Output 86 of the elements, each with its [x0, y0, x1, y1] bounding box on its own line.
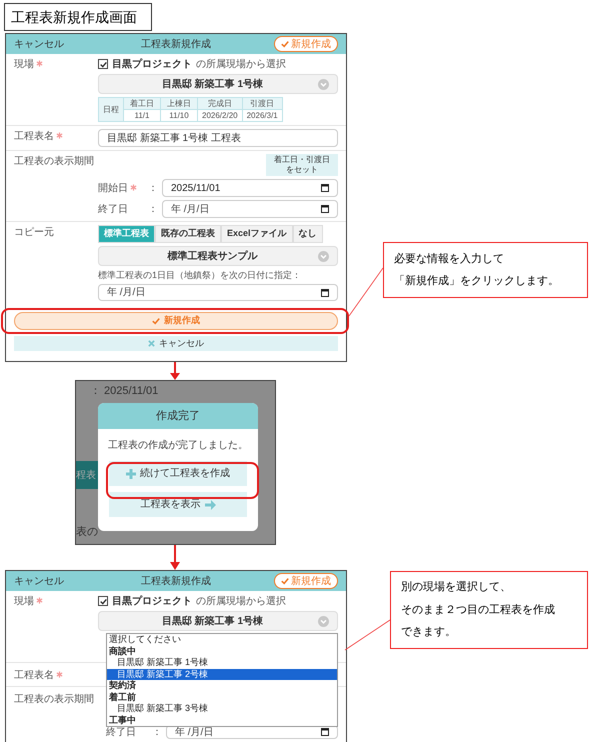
- site-select[interactable]: 目黒邸 新築工事 1号棟: [98, 611, 338, 631]
- screen-title: 工程表新規作成: [141, 574, 211, 588]
- callout-text: そのまま２つ目の工程表を作成: [401, 602, 556, 618]
- field-label: 工程表名: [14, 130, 54, 144]
- callout-text: できます。: [401, 625, 457, 640]
- separator: ：: [90, 384, 101, 399]
- field-label: 開始日: [98, 182, 128, 196]
- cancel-link[interactable]: キャンセル: [14, 36, 64, 52]
- leader-line: [348, 268, 384, 316]
- project-name: 目黒プロジェクト: [112, 594, 192, 608]
- checkbox-label: の所属現場から選択: [196, 58, 286, 72]
- check-icon: [281, 40, 289, 48]
- table-cell: 日程: [98, 98, 124, 122]
- check-icon: [281, 577, 289, 585]
- field-label: 工程表の表示期間: [14, 154, 94, 169]
- dropdown-option[interactable]: 目黒邸 新築工事 3号棟: [107, 703, 337, 714]
- calendar-icon: [321, 205, 329, 213]
- table-cell: 完成日: [198, 98, 242, 110]
- calendar-icon: [321, 184, 329, 192]
- separator: ：: [152, 726, 162, 738]
- field-label: コピー元: [14, 226, 54, 240]
- calendar-icon: [321, 728, 329, 736]
- date-field[interactable]: 年 /月/日: [98, 284, 338, 301]
- check-icon: [152, 317, 160, 325]
- continue-button[interactable]: 続けて工程表を作成: [109, 461, 247, 486]
- dropdown-option[interactable]: 目黒邸 新築工事 1号棟: [107, 657, 337, 668]
- checkbox[interactable]: [98, 59, 108, 69]
- date-field[interactable]: 2025/11/01: [162, 179, 338, 197]
- field-label: 終了日: [98, 202, 128, 216]
- tab-fragment: 程表: [76, 461, 98, 489]
- down-arrow: [170, 545, 180, 570]
- date-field[interactable]: 年 /月/日: [162, 200, 338, 218]
- date-note: 標準工程表の1日目（地鎮祭）を次の日付に指定：: [98, 269, 302, 281]
- view-button[interactable]: 工程表を表示: [109, 492, 247, 517]
- check-icon: [100, 598, 106, 604]
- field-label: 終了日: [106, 726, 137, 738]
- field-label: 現場: [14, 58, 34, 72]
- close-icon: [148, 340, 155, 347]
- separator: ：: [148, 202, 158, 216]
- callout-text: 必要な情報を入力して: [394, 252, 505, 266]
- callout-text: 「新規作成」をクリックします。: [394, 274, 560, 289]
- field-label: 現場: [14, 595, 34, 609]
- checkbox-label: の所属現場から選択: [196, 594, 286, 608]
- checkbox[interactable]: [98, 596, 108, 606]
- table-cell: 着工日: [124, 98, 160, 110]
- site-select[interactable]: 目黒邸 新築工事 1号棟: [98, 74, 338, 94]
- name-field[interactable]: 目黒邸 新築工事 1号棟 工程表: [98, 129, 338, 147]
- table-cell: 引渡日: [242, 98, 282, 110]
- segment-tab[interactable]: なし: [292, 225, 323, 243]
- dropdown-option[interactable]: 目黒邸 新築工事 2号棟: [107, 668, 337, 680]
- table-cell: 11/1: [124, 110, 160, 122]
- table-cell: 上棟日: [160, 98, 198, 110]
- group-heading: 商談中: [108, 646, 137, 657]
- calendar-icon: [321, 288, 329, 296]
- table-cell: 2026/3/1: [242, 110, 282, 122]
- field-label: 工程表の表示期間: [14, 692, 94, 707]
- table-cell: 11/10: [160, 110, 198, 122]
- chevron-down-icon: [318, 616, 329, 626]
- cancel-button[interactable]: キャンセル: [14, 336, 338, 351]
- cancel-link[interactable]: キャンセル: [14, 574, 64, 588]
- chevron-down-icon: [318, 250, 329, 262]
- dialog-title: 作成完了: [98, 403, 258, 429]
- field-label: 工程表名: [14, 668, 54, 683]
- project-name: 目黒プロジェクト: [112, 57, 192, 72]
- segment-tab[interactable]: Excelファイル: [221, 225, 293, 243]
- group-heading: 契約済: [108, 680, 137, 692]
- template-select[interactable]: 標準工程表サンプル: [98, 246, 338, 266]
- leader-line: [344, 620, 390, 650]
- text-fragment: 表の: [76, 525, 98, 540]
- set-dates-button[interactable]: 着工日・引渡日 をセット: [266, 154, 338, 176]
- group-heading: 着工前: [108, 692, 137, 703]
- arrow-right-icon: [204, 500, 216, 510]
- group-heading: 工事中: [108, 714, 137, 726]
- separator: ：: [148, 182, 158, 196]
- screen-title: 工程表新規作成: [141, 38, 211, 52]
- plus-icon: [126, 468, 136, 478]
- check-icon: [100, 60, 106, 68]
- dialog-message: 工程表の作成が完了しました。: [108, 438, 248, 453]
- page-title: 工程表新規作成画面: [4, 3, 152, 31]
- chevron-down-icon: [318, 78, 329, 90]
- dropdown-option[interactable]: 選択してください: [107, 634, 337, 646]
- callout-text: 別の現場を選択して、: [401, 580, 512, 596]
- date-text: 2025/11/01: [104, 384, 158, 399]
- down-arrow: [170, 362, 180, 380]
- table-cell: 2026/2/20: [198, 110, 242, 122]
- segment-tab[interactable]: 既存の工程表: [155, 225, 221, 243]
